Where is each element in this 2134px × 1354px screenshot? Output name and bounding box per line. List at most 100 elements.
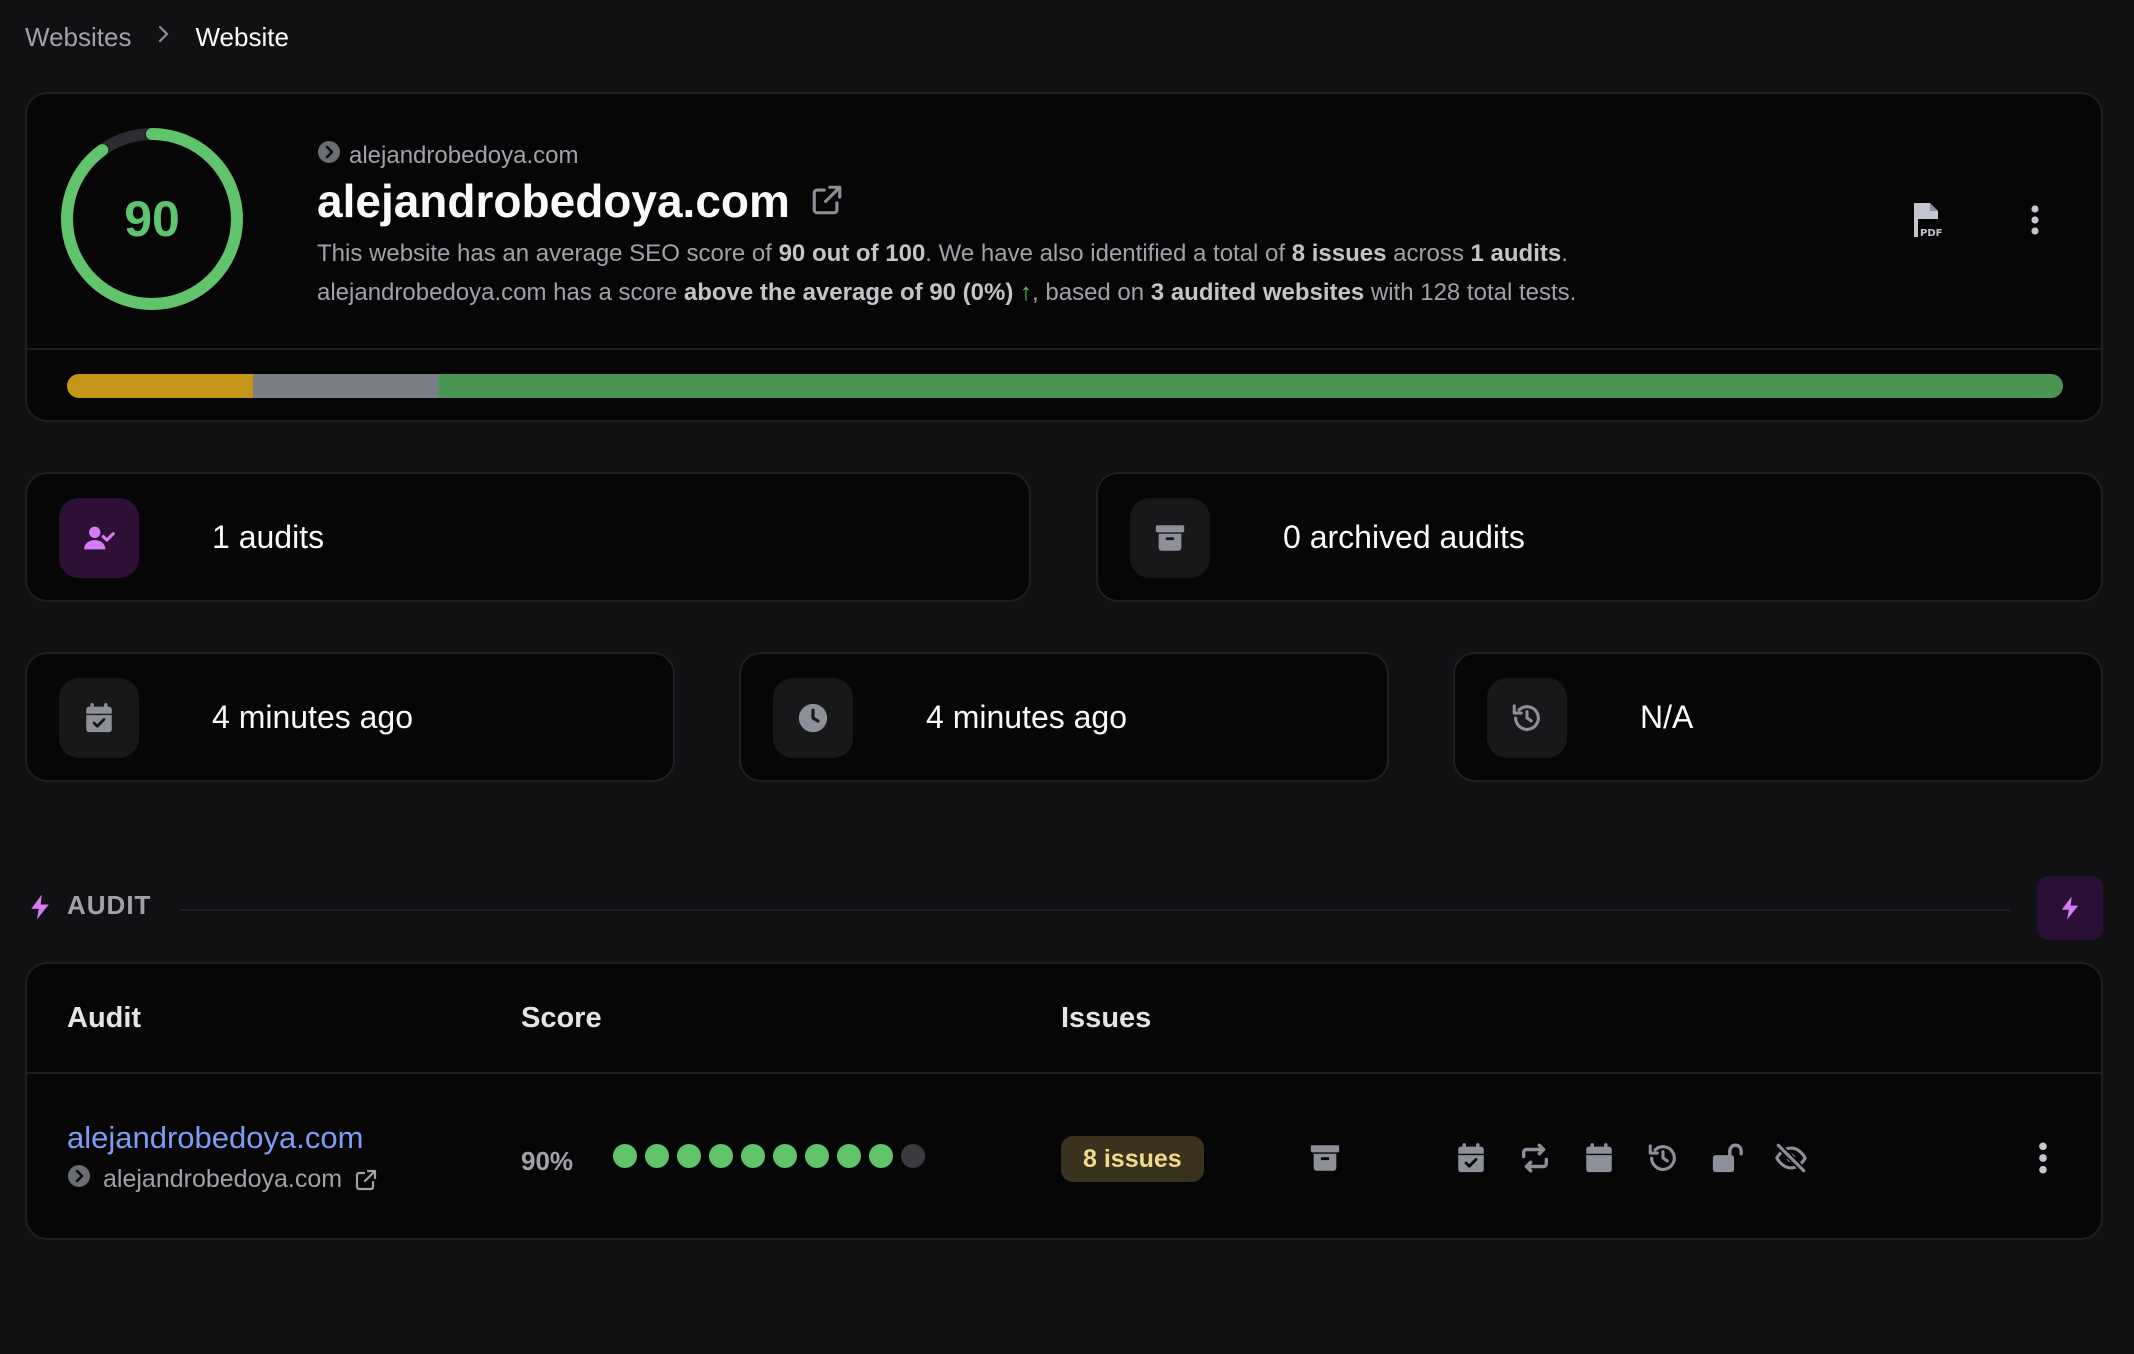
desc-text: alejandrobedoya.com has a score [317,279,684,306]
audit-section-header: AUDIT [25,876,2103,940]
calendar-button[interactable] [1581,1140,1617,1176]
history-button[interactable] [1645,1140,1681,1176]
run-audit-button[interactable] [2037,876,2103,940]
desc-sites: 3 audited websites [1150,279,1365,306]
history-icon [1487,678,1567,758]
table-header: Audit Score Issues [27,964,2101,1074]
created-card: 4 minutes ago [25,652,675,782]
history-icon [1648,1144,1676,1171]
site-title-text: alejandrobedoya.com [317,175,790,227]
progress-segment [438,374,2063,398]
audits-table: Audit Score Issues alejandrobedoya.com a… [25,962,2103,1240]
user-check-icon [59,498,139,578]
more-vertical-icon [2039,1142,2047,1174]
column-header-audit: Audit [67,1002,142,1034]
desc-text: , based on [1032,279,1151,306]
history-card: N/A [1453,652,2103,782]
header-divider [27,348,2101,350]
desc-text: with 128 total tests. [1364,279,1577,306]
updated-time: 4 minutes ago [926,698,1128,735]
audit-section-label: AUDIT [67,890,152,920]
visibility-button[interactable] [1773,1140,1809,1176]
section-divider [180,909,2010,911]
progress-segment [67,374,253,398]
site-subdomain-text: alejandrobedoya.com [349,141,579,169]
breadcrumb-websites-link[interactable]: Websites [25,22,131,53]
score-dot-filled [677,1144,701,1168]
score-dot-filled [613,1144,637,1168]
row-more-button[interactable] [2025,1140,2061,1176]
clock-icon [773,678,853,758]
site-title: alejandrobedoya.com [317,174,844,228]
bolt-icon [2061,896,2079,920]
history-value: N/A [1640,698,1694,735]
breadcrumb: Websites Website [25,22,289,53]
score-value: 90 [124,191,180,247]
score-dot-filled [773,1144,797,1168]
calendar-check-icon [1458,1143,1484,1173]
audit-subdomain: alejandrobedoya.com [67,1164,378,1195]
score-dot-filled [869,1144,893,1168]
audit-title-link[interactable]: alejandrobedoya.com [67,1120,363,1156]
desc-score: 90 out of 100 [778,240,926,267]
updated-card: 4 minutes ago [739,652,1389,782]
desc-text: across [1386,240,1471,267]
breadcrumb-current: Website [195,22,289,52]
chevron-circle-icon [317,140,341,171]
desc-text: . [1561,240,1568,267]
website-summary-card: 90 alejandrobedoya.com alejandrobedoya.c… [25,92,2103,422]
chevron-circle-icon [67,1164,91,1195]
archived-audits-count: 0 archived audits [1283,518,1525,555]
unlock-button[interactable] [1709,1140,1745,1176]
eye-off-icon [1775,1142,1807,1174]
desc-audits: 1 audits [1470,240,1562,267]
site-subdomain: alejandrobedoya.com [317,140,579,171]
audits-count-card: 1 audits [25,472,1031,602]
column-header-score: Score [521,1002,602,1034]
score-dot-filled [709,1144,733,1168]
pdf-file-icon: PDF [1910,201,1944,244]
desc-average: above the average of 90 (0%) [683,279,1014,306]
bolt-icon [31,894,49,920]
archive-icon [1310,1145,1340,1171]
pdf-export-button[interactable]: PDF [1905,200,1949,244]
arrow-up-icon: ↑ [1020,279,1033,306]
score-ring: 90 [57,124,247,314]
archive-button[interactable] [1307,1140,1343,1176]
schedule-button[interactable] [1453,1140,1489,1176]
audit-subdomain-text: alejandrobedoya.com [103,1165,343,1193]
calendar-check-icon [59,678,139,758]
external-link-icon[interactable] [354,1168,378,1192]
more-vertical-icon [2029,204,2041,241]
score-dot-filled [645,1144,669,1168]
desc-text: This website has an average SEO score of [317,240,779,267]
unlock-icon [1712,1143,1743,1173]
desc-issues: 8 issues [1291,240,1387,267]
website-description: This website has an average SEO score of… [317,234,1877,312]
column-header-issues: Issues [1061,1002,1152,1034]
created-time: 4 minutes ago [212,698,414,735]
progress-segment [252,374,439,398]
audits-count: 1 audits [212,518,325,555]
score-dot-empty [901,1144,925,1168]
repeat-button[interactable] [1517,1140,1553,1176]
desc-text: . We have also identified a total of [925,240,1292,267]
audit-score-percent: 90% [521,1146,574,1176]
repeat-icon [1521,1143,1549,1173]
score-dot-filled [805,1144,829,1168]
description-line-1: This website has an average SEO score of… [317,234,1877,273]
issues-badge[interactable]: 8 issues [1061,1136,1204,1182]
archive-icon [1130,498,1210,578]
archived-audits-card: 0 archived audits [1096,472,2103,602]
svg-text:PDF: PDF [1920,228,1942,239]
external-link-icon[interactable] [810,174,844,228]
score-distribution-bar [67,374,2063,398]
score-dot-filled [837,1144,861,1168]
chevron-right-icon [151,22,175,53]
score-dot-filled [741,1144,765,1168]
website-page: Websites Website 90 alejandrobedoya.com … [0,0,2134,1354]
header-more-button[interactable] [2013,200,2057,244]
audit-score-dots [613,1144,925,1168]
description-line-2: alejandrobedoya.com has a score above th… [317,273,1877,312]
calendar-icon [1586,1143,1612,1173]
